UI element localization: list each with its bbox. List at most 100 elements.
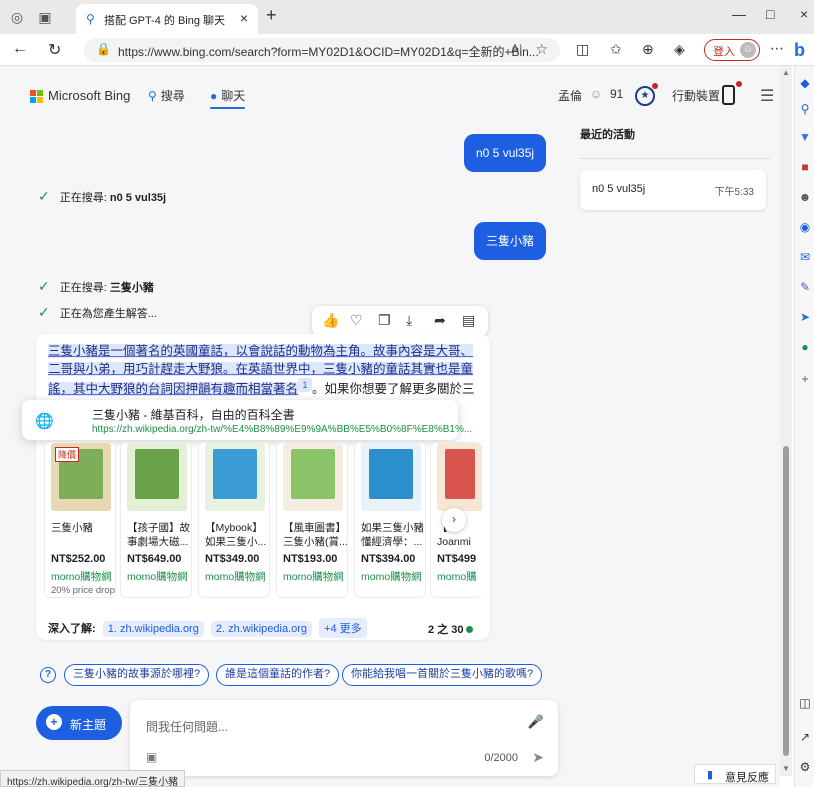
more-sources-link[interactable]: +4 更多	[319, 618, 367, 638]
new-topic-button[interactable]: + 新主題	[36, 706, 122, 740]
more-menu-icon[interactable]: ⋯	[770, 40, 784, 57]
brand-name[interactable]: Microsoft Bing	[48, 88, 130, 103]
search-status: ✓ 正在搜尋: n0 5 vul35j	[38, 188, 166, 205]
generating-status: ✓ 正在為您產生解答...	[38, 304, 157, 321]
chat-input-box[interactable]: 問我任何問題... 🎤 ▣ 0/2000 ➤	[130, 700, 558, 776]
recent-activity-item[interactable]: n0 5 vul35j 下午5:33	[580, 170, 766, 210]
address-bar[interactable]: 🔒 https://www.bing.com/search?form=MY02D…	[84, 38, 560, 62]
page-scrollbar[interactable]: ▲ ▼	[780, 66, 792, 776]
outlook-icon[interactable]: ✉	[797, 250, 813, 264]
product-name: 【Mybook】 如果三隻小...	[205, 522, 267, 548]
product-card[interactable]: 【孩子國】故 事劇場大磁... NT$649.00 momo購物網	[120, 442, 192, 598]
notification-dot	[736, 81, 742, 87]
help-icon[interactable]: ?	[40, 667, 56, 683]
drop-icon[interactable]: ✎	[797, 280, 813, 294]
check-icon: ✓	[38, 304, 50, 320]
microsoft-logo-icon	[30, 90, 44, 104]
new-tab-button[interactable]: +	[266, 5, 277, 26]
product-card[interactable]: 如果三隻小豬 懂經濟學：... NT$394.00 momo購物網	[354, 442, 426, 598]
product-card[interactable]: 【Mybook】 如果三隻小... NT$349.00 momo購物網	[198, 442, 270, 598]
product-name: 【風車圖書】 三隻小豬(賞...	[283, 522, 348, 548]
suggestion-chip[interactable]: 三隻小豬的故事源於哪裡?	[64, 664, 210, 686]
user-name[interactable]: 孟倫	[558, 87, 582, 104]
download-icon[interactable]: ⤓	[406, 312, 412, 329]
status-dot	[466, 626, 474, 633]
product-image	[283, 443, 343, 511]
collections-icon[interactable]: ⊕	[642, 41, 654, 58]
microphone-icon[interactable]: 🎤	[528, 714, 544, 730]
search-icon: ⚲	[86, 12, 95, 26]
games-icon[interactable]: ◉	[797, 220, 813, 234]
send-icon[interactable]: ➤	[532, 749, 544, 766]
product-card[interactable]: 降價 三隻小豬 NT$252.00 momo購物網 20% price drop	[44, 442, 116, 598]
check-icon: ✓	[38, 188, 50, 204]
open-external-icon[interactable]: ↗	[797, 730, 813, 744]
product-note: 20% price drop	[51, 585, 115, 596]
mobile-device-icon[interactable]	[722, 85, 735, 105]
workspaces-icon[interactable]: ◎	[8, 8, 26, 26]
tab-title: 搭配 GPT-4 的 Bing 聊天	[104, 15, 226, 27]
back-icon[interactable]: ←	[12, 40, 28, 58]
citation-marker[interactable]: 1	[298, 378, 313, 392]
new-topic-icon: +	[46, 714, 62, 730]
tab-search[interactable]: ⚲ 搜尋	[148, 87, 185, 104]
close-window-icon[interactable]: ×	[800, 6, 808, 22]
tab-chat[interactable]: ● 聊天	[210, 87, 246, 109]
feedback-button[interactable]: ▮ 意見反應	[694, 764, 776, 784]
rewards-points[interactable]: 91	[610, 87, 623, 101]
spotify-icon[interactable]: ●	[797, 340, 813, 354]
product-name: 如果三隻小豬 懂經濟學：...	[361, 522, 424, 548]
export-icon[interactable]: ▤	[462, 312, 475, 329]
product-image	[205, 443, 265, 511]
thumbs-up-icon[interactable]: 👍	[322, 312, 339, 329]
visual-search-icon[interactable]: ▣	[146, 750, 157, 764]
split-screen-icon[interactable]: ◫	[576, 41, 589, 58]
carousel-next-button[interactable]: ›	[442, 508, 466, 532]
people-icon[interactable]: ☻	[797, 190, 813, 204]
telegram-icon[interactable]: ➤	[797, 310, 813, 324]
favorite-star-icon[interactable]: ☆	[535, 41, 548, 58]
product-image	[437, 443, 482, 511]
tab-search-label: 搜尋	[160, 89, 185, 103]
hamburger-menu-icon[interactable]: ☰	[760, 86, 774, 106]
tooltip-url: https://zh.wikipedia.org/zh-tw/%E4%B8%89…	[92, 424, 473, 435]
signin-button[interactable]: 登入 ☺	[704, 39, 760, 61]
link-status-bar: https://zh.wikipedia.org/zh-tw/三隻小豬	[0, 770, 186, 787]
scroll-up-icon[interactable]: ▲	[782, 68, 790, 77]
extensions-icon[interactable]: ◈	[674, 41, 685, 58]
sidebar-layout-icon[interactable]: ◫	[797, 696, 813, 710]
search-icon[interactable]: ⚲	[797, 102, 813, 116]
discover-icon[interactable]: ◆	[797, 76, 813, 90]
maximize-icon[interactable]: □	[766, 6, 774, 22]
product-image	[127, 443, 187, 511]
suggestion-chip[interactable]: 誰是這個童話的作者?	[216, 664, 340, 686]
status-prefix: 正在搜尋:	[59, 282, 110, 294]
minimize-icon[interactable]: —	[732, 6, 746, 22]
url-text: https://www.bing.com/search?form=MY02D1&…	[118, 45, 539, 59]
citation-tooltip[interactable]: 🌐 三隻小豬 - 維基百科，自由的百科全書 https://zh.wikiped…	[22, 400, 472, 440]
product-store: momo購物網	[51, 571, 112, 583]
bing-copilot-icon[interactable]: b	[794, 40, 805, 61]
rewards-trophy-icon[interactable]: ★	[635, 86, 655, 106]
source-link[interactable]: 1. zh.wikipedia.org	[102, 621, 204, 637]
refresh-icon[interactable]: ↻	[48, 40, 61, 60]
add-icon[interactable]: +	[797, 372, 813, 386]
product-card[interactable]: 【風車圖書】 三隻小豬(賞... NT$193.00 momo購物網	[276, 442, 348, 598]
tag-icon[interactable]: ▼	[797, 130, 813, 144]
toolbox-icon[interactable]: ■	[797, 160, 813, 174]
mobile-label[interactable]: 行動裝置	[672, 87, 720, 104]
tab-actions-icon[interactable]: ▣	[36, 8, 54, 26]
product-store: momo購物網	[361, 571, 422, 583]
close-tab-icon[interactable]: ×	[240, 10, 248, 26]
read-aloud-icon[interactable]: A⁾	[511, 42, 522, 56]
copy-icon[interactable]: ❐	[378, 312, 391, 329]
settings-gear-icon[interactable]: ⚙	[797, 760, 813, 774]
scroll-down-icon[interactable]: ▼	[782, 764, 790, 773]
scroll-thumb[interactable]	[783, 446, 789, 756]
share-icon[interactable]: ➦	[434, 312, 446, 329]
favorites-icon[interactable]: ✩	[610, 41, 622, 58]
source-link[interactable]: 2. zh.wikipedia.org	[210, 621, 313, 637]
thumbs-down-icon[interactable]: ♡	[350, 312, 363, 329]
active-tab[interactable]: ⚲ 搭配 GPT-4 的 Bing 聊天 ×	[76, 4, 258, 34]
suggestion-chip[interactable]: 你能給我唱一首關於三隻小豬的歌嗎?	[342, 664, 543, 686]
